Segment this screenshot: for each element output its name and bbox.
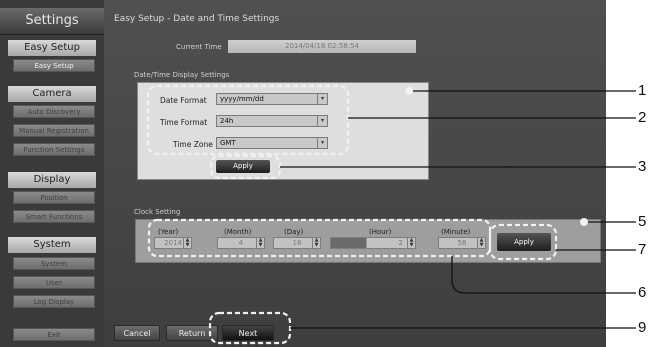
sidebar-item-easy-setup[interactable]: Easy Setup bbox=[13, 59, 95, 72]
chevron-down-icon: ▾ bbox=[317, 116, 327, 126]
month-value: 4 bbox=[238, 239, 244, 247]
time-zone-select[interactable]: GMT ▾ bbox=[216, 137, 328, 149]
minute-value: 58 bbox=[457, 239, 467, 247]
sidebar-item-auto-discovery[interactable]: Auto Discovery bbox=[13, 105, 95, 118]
sidebar-item-log-display[interactable]: Log Display bbox=[13, 295, 95, 308]
sidebar-header-display: Display bbox=[8, 172, 96, 188]
sidebar-header-camera: Camera bbox=[8, 86, 96, 102]
callout-number-5: 5 bbox=[638, 213, 647, 230]
time-zone-label: Time Zone bbox=[173, 140, 213, 149]
day-value: 18 bbox=[292, 239, 302, 247]
chevron-down-icon: ▾ bbox=[317, 138, 327, 148]
time-format-label: Time Format bbox=[160, 118, 208, 127]
callout-number-3: 3 bbox=[638, 158, 647, 175]
sidebar-item-smart-functions[interactable]: Smart Functions bbox=[13, 210, 95, 223]
clock-setting-label: Clock Setting bbox=[134, 208, 181, 216]
stepper-arrows-icon[interactable]: ▲ ▼ bbox=[183, 238, 191, 248]
day-stepper[interactable]: 18 ▲ ▼ bbox=[273, 237, 321, 249]
hour-label: (Hour) bbox=[369, 228, 392, 236]
return-button[interactable]: Return bbox=[166, 325, 218, 341]
date-format-label: Date Format bbox=[160, 96, 207, 105]
callout-number-6: 6 bbox=[638, 284, 647, 301]
sidebar-item-user[interactable]: User bbox=[13, 276, 95, 289]
sidebar-header-easy-setup: Easy Setup bbox=[8, 40, 96, 56]
month-stepper[interactable]: 4 ▲ ▼ bbox=[217, 237, 265, 249]
clock-apply-button[interactable]: Apply bbox=[497, 233, 551, 251]
sidebar-item-position[interactable]: Position bbox=[13, 191, 95, 204]
time-format-value: 24h bbox=[220, 117, 234, 125]
current-time-label: Current Time bbox=[176, 43, 222, 51]
callout-number-9: 9 bbox=[638, 319, 647, 336]
callout-number-1: 1 bbox=[638, 82, 647, 99]
date-format-select[interactable]: yyyy/mm/dd ▾ bbox=[216, 93, 328, 105]
minute-label: (Minute) bbox=[441, 228, 471, 236]
display-settings-label: Date/Time Display Settings bbox=[134, 71, 230, 79]
year-value: 2014 bbox=[164, 239, 182, 247]
day-label: (Day) bbox=[284, 228, 304, 236]
chevron-down-icon: ▾ bbox=[317, 94, 327, 104]
stepper-arrows-icon[interactable]: ▲ ▼ bbox=[407, 238, 415, 248]
time-format-select[interactable]: 24h ▾ bbox=[216, 115, 328, 127]
callout-number-7: 7 bbox=[638, 241, 647, 258]
sidebar-item-manual-registration[interactable]: Manual Registration bbox=[13, 124, 95, 137]
callout-number-2: 2 bbox=[638, 109, 647, 126]
date-format-value: yyyy/mm/dd bbox=[220, 95, 264, 103]
next-button[interactable]: Next bbox=[222, 325, 274, 341]
time-zone-value: GMT bbox=[220, 139, 236, 147]
sidebar-header-system: System bbox=[8, 237, 96, 253]
cancel-button[interactable]: Cancel bbox=[114, 325, 160, 341]
sidebar-item-function-settings[interactable]: Function Settings bbox=[13, 143, 95, 156]
sidebar-item-system[interactable]: System bbox=[13, 257, 95, 270]
stepper-arrows-icon[interactable]: ▲ ▼ bbox=[477, 238, 485, 248]
sidebar-title: Settings bbox=[0, 8, 104, 35]
hour-value: 2 bbox=[398, 239, 403, 247]
exit-button[interactable]: Exit bbox=[13, 328, 95, 341]
year-label: (Year) bbox=[158, 228, 179, 236]
display-apply-button[interactable]: Apply bbox=[216, 160, 270, 173]
sidebar: Settings Easy Setup Easy Setup Camera Au… bbox=[0, 0, 104, 347]
stepper-arrows-icon[interactable]: ▲ ▼ bbox=[312, 238, 320, 248]
minute-stepper[interactable]: 58 ▲ ▼ bbox=[438, 237, 486, 249]
hour-stepper[interactable]: 2 ▲ ▼ bbox=[330, 237, 416, 249]
month-label: (Month) bbox=[224, 228, 252, 236]
app-screen: Settings Easy Setup Easy Setup Camera Au… bbox=[0, 0, 606, 347]
page-title: Easy Setup - Date and Time Settings bbox=[114, 14, 280, 24]
stepper-arrows-icon[interactable]: ▲ ▼ bbox=[256, 238, 264, 248]
year-stepper[interactable]: 2014 ▲ ▼ bbox=[154, 237, 192, 249]
current-time-field: 2014/04/18 02:58:54 bbox=[228, 40, 416, 53]
